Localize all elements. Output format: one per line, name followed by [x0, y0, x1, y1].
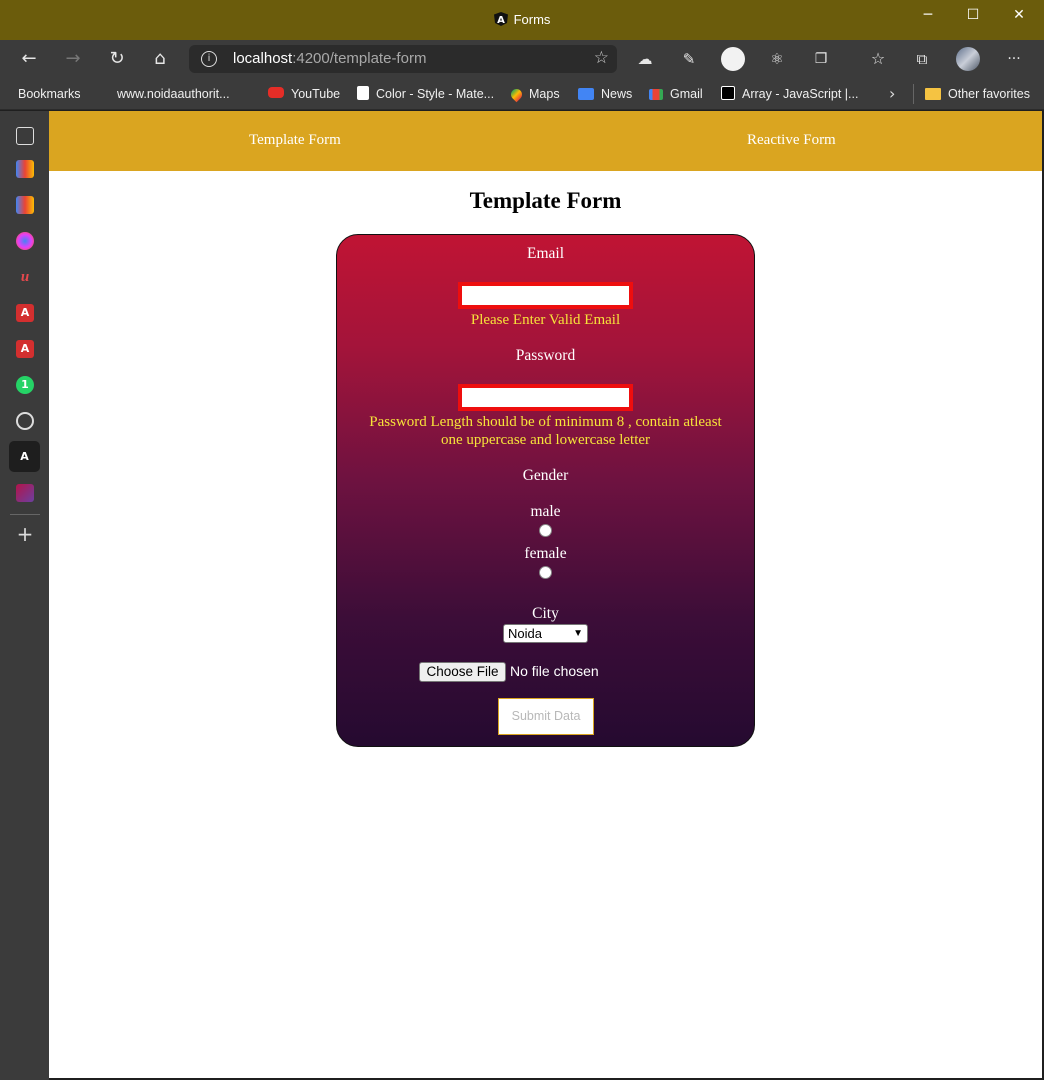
url-text[interactable]: localhost:4200/template-form — [233, 50, 426, 67]
city-selected-value: Noida — [508, 626, 542, 641]
tab-actions-icon[interactable] — [16, 127, 34, 145]
bookmark-item[interactable]: Array - JavaScript |... — [721, 84, 858, 104]
bookmark-item[interactable]: Bookmarks — [18, 84, 81, 209]
nav-reactive-form[interactable]: Reactive Form — [747, 132, 836, 149]
gradient-app-icon[interactable] — [16, 484, 34, 502]
js-icon — [721, 86, 735, 100]
add-favorite-icon[interactable]: ☆ — [594, 48, 609, 68]
svg-text:A: A — [497, 15, 505, 26]
address-bar[interactable]: i localhost:4200/template-form ☆ — [189, 45, 617, 73]
bookmark-label: Other favorites — [948, 87, 1030, 101]
news-icon — [578, 88, 594, 100]
profile-avatar[interactable] — [956, 47, 980, 71]
gmail-icon[interactable] — [16, 160, 34, 178]
bookmark-item[interactable]: Maps — [508, 84, 560, 104]
bookmark-label: Maps — [529, 87, 560, 101]
bookmark-label: Gmail — [670, 87, 703, 101]
whatsapp-icon[interactable]: 1 — [16, 376, 34, 394]
bookmark-label: News — [601, 87, 633, 101]
template-form: Email Please Enter Valid Email Password … — [336, 234, 755, 747]
bookmark-label: Color - Style - Mate... — [376, 87, 495, 101]
url-path: :4200/template-form — [292, 50, 427, 67]
gender-male-radio[interactable] — [539, 524, 552, 537]
chevron-down-icon: ▼ — [573, 628, 583, 639]
forward-icon[interactable]: → — [61, 47, 85, 71]
title-bar: A Forms ─ ☐ ✕ — [0, 0, 1044, 40]
refresh-icon[interactable]: ↻ — [105, 47, 129, 71]
folder-icon — [925, 88, 941, 100]
window-title-text: Forms — [513, 12, 551, 27]
gmail-icon — [649, 89, 663, 100]
extension-copy-icon[interactable]: ❐ — [809, 47, 833, 71]
browser-sidebar: u A A 1 A + — [0, 111, 49, 1080]
url-host: localhost — [233, 50, 293, 67]
page-content: Template Form Reactive Form Template For… — [49, 111, 1042, 1078]
gender-male-label: male — [530, 503, 561, 520]
gender-label: Gender — [522, 467, 569, 484]
maps-icon — [508, 86, 525, 103]
angular-icon[interactable]: A — [16, 304, 34, 322]
file-status: No file chosen — [510, 663, 599, 679]
udemy-icon[interactable]: u — [16, 268, 34, 286]
divider — [913, 84, 914, 104]
close-button[interactable]: ✕ — [996, 0, 1042, 32]
city-select[interactable]: Noida ▼ — [503, 624, 588, 643]
add-icon[interactable]: + — [16, 524, 34, 544]
bookmark-item[interactable]: News — [578, 84, 632, 104]
page-title: Template Form — [469, 188, 622, 213]
gender-female-label: female — [524, 545, 567, 562]
bookmark-label: Array - JavaScript |... — [742, 87, 859, 101]
colorful-app-icon[interactable] — [16, 232, 34, 250]
browser-window: A Forms ─ ☐ ✕ ← → ↻ ⌂ i localhost:4200/te… — [0, 0, 1044, 1080]
gender-female-radio[interactable] — [539, 566, 552, 579]
maximize-button[interactable]: ☐ — [950, 0, 996, 32]
nav-template-form[interactable]: Template Form — [249, 132, 341, 149]
favorites-icon[interactable]: ☆ — [866, 47, 890, 71]
other-favorites[interactable]: Other favorites — [925, 84, 1030, 104]
bookmark-item[interactable]: Color - Style - Mate... — [357, 84, 494, 104]
material-icon — [357, 86, 369, 100]
top-navbar: Template Form Reactive Form — [49, 111, 1042, 171]
youtube-icon — [268, 87, 284, 98]
password-error-line2: one uppercase and lowercase letter — [440, 432, 651, 448]
submit-button[interactable]: Submit Data — [498, 698, 594, 735]
password-field[interactable] — [458, 384, 633, 411]
github-icon[interactable] — [16, 412, 34, 430]
gmail-icon[interactable] — [16, 196, 34, 214]
extension-pen-icon[interactable]: ✎ — [677, 47, 701, 71]
window-title: A Forms — [0, 12, 1044, 27]
bookmark-label: www.noidaauthorit... — [117, 87, 230, 101]
email-error: Please Enter Valid Email — [470, 312, 621, 328]
bookmark-item[interactable]: YouTube — [268, 84, 340, 104]
more-menu-icon[interactable]: ··· — [1002, 47, 1026, 71]
email-field[interactable] — [458, 282, 633, 309]
site-info-icon[interactable]: i — [201, 51, 217, 67]
extension-cloud-icon[interactable]: ☁ — [633, 47, 657, 71]
collections-icon[interactable]: ⧉ — [910, 47, 934, 71]
angular-icon[interactable]: A — [16, 340, 34, 358]
divider — [10, 514, 40, 515]
browser-toolbar: ← → ↻ ⌂ i localhost:4200/template-form ☆… — [0, 40, 1044, 78]
bookmark-label: YouTube — [291, 87, 341, 101]
react-devtools-icon[interactable]: ⚛ — [765, 47, 789, 71]
back-icon[interactable]: ← — [17, 47, 41, 71]
bookmark-item[interactable]: Gmail — [649, 84, 703, 104]
minimize-button[interactable]: ─ — [905, 0, 951, 32]
extension-avatar-icon[interactable] — [721, 47, 745, 71]
city-label: City — [532, 605, 559, 622]
password-error-line1: Password Length should be of minimum 8 ,… — [369, 414, 722, 430]
home-icon[interactable]: ⌂ — [148, 47, 172, 71]
bookmarks-bar: Bookmarks www.noidaauthorit... YouTube C… — [0, 78, 1044, 209]
chevron-right-icon[interactable]: › — [889, 84, 895, 103]
angular-icon[interactable]: A — [9, 441, 40, 472]
angular-icon: A — [493, 12, 508, 26]
password-label: Password — [515, 347, 576, 364]
bookmark-item[interactable]: www.noidaauthorit... — [117, 84, 230, 209]
choose-file-button[interactable]: Choose File — [419, 662, 506, 682]
email-label: Email — [526, 245, 565, 262]
bookmark-label: Bookmarks — [18, 87, 81, 101]
